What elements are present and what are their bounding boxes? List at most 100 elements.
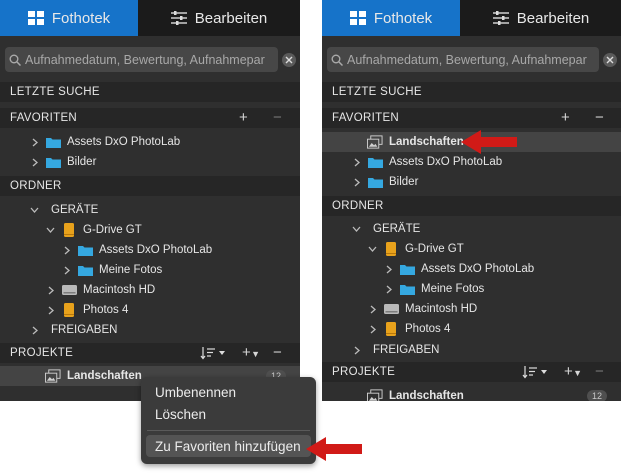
chevron-right-icon[interactable] xyxy=(45,304,57,316)
section-recent-search[interactable]: LETZTE SUCHE xyxy=(0,82,300,102)
folder-icon xyxy=(45,155,61,169)
chevron-right-icon[interactable] xyxy=(367,303,379,315)
chevron-right-icon[interactable] xyxy=(61,264,73,276)
project-item[interactable]: Landschaften 12 xyxy=(322,386,621,401)
hard-disk-icon xyxy=(383,302,399,316)
chevron-right-icon[interactable] xyxy=(45,284,57,296)
menu-item-rename[interactable]: Umbenennen xyxy=(155,385,236,400)
menu-item-delete[interactable]: Löschen xyxy=(155,407,206,422)
tab-edit[interactable]: Bearbeiten xyxy=(138,0,300,36)
clear-search-button[interactable] xyxy=(603,53,617,67)
add-project-button[interactable]: +▼ xyxy=(242,343,260,364)
chevron-down-icon[interactable] xyxy=(44,224,56,236)
chevron-down-icon[interactable] xyxy=(366,243,378,255)
chevron-right-icon[interactable] xyxy=(351,156,363,168)
folder-item[interactable]: Meine Fotos xyxy=(0,260,300,280)
chevron-right-icon[interactable] xyxy=(29,156,41,168)
folder-icon xyxy=(45,135,61,149)
menu-separator xyxy=(147,430,310,431)
tab-bar: Fothotek Bearbeiten xyxy=(0,0,300,36)
favorite-label: Bilder xyxy=(67,156,97,168)
sort-button[interactable] xyxy=(522,362,550,385)
project-count-badge: 12 xyxy=(586,390,607,401)
section-recent-search[interactable]: LETZTE SUCHE xyxy=(322,82,621,102)
folder-item-photos[interactable]: Photos 4 xyxy=(322,319,621,339)
chevron-right-icon[interactable] xyxy=(383,283,395,295)
remove-project-button[interactable]: − xyxy=(595,362,604,382)
project-label: Landschaften xyxy=(67,370,142,382)
search-input[interactable] xyxy=(25,52,278,67)
folder-item-photos[interactable]: Photos 4 xyxy=(0,300,300,320)
tab-library[interactable]: Fothotek xyxy=(322,0,460,36)
folder-group-devices[interactable]: GERÄTE xyxy=(0,200,300,220)
library-panel-right: Fothotek Bearbeiten LETZTE SUCHE FAVORIT… xyxy=(322,0,621,401)
chevron-right-icon[interactable] xyxy=(351,176,363,188)
tab-library[interactable]: Fothotek xyxy=(0,0,138,36)
section-favorites[interactable]: FAVORITEN + − xyxy=(322,108,621,128)
remove-favorite-button[interactable]: − xyxy=(595,108,604,128)
tab-edit-label: Bearbeiten xyxy=(516,9,590,27)
folder-icon xyxy=(367,175,383,189)
folder-item-drive[interactable]: G-Drive GT xyxy=(322,239,621,259)
folder-group-shares[interactable]: FREIGABEN xyxy=(322,340,621,360)
section-label: PROJEKTE xyxy=(10,347,74,359)
remove-favorite-button[interactable]: − xyxy=(273,108,282,128)
chevron-down-icon[interactable] xyxy=(28,204,40,216)
chevron-right-icon[interactable] xyxy=(61,244,73,256)
search-input[interactable] xyxy=(347,52,599,67)
chevron-right-icon[interactable] xyxy=(383,263,395,275)
tab-edit-label: Bearbeiten xyxy=(194,9,268,27)
grid-icon xyxy=(349,11,366,25)
chevron-right-icon[interactable] xyxy=(351,344,363,356)
group-label: FREIGABEN xyxy=(373,344,440,356)
sort-button[interactable] xyxy=(200,343,228,366)
folder-item-drive[interactable]: G-Drive GT xyxy=(0,220,300,240)
clear-search-button[interactable] xyxy=(282,53,296,67)
chevron-right-icon[interactable] xyxy=(29,136,41,148)
chevron-right-icon[interactable] xyxy=(29,324,41,336)
folder-item-mac[interactable]: Macintosh HD xyxy=(322,299,621,319)
search-field xyxy=(5,47,278,72)
section-favorites[interactable]: FAVORITEN + − xyxy=(0,108,300,128)
chevron-right-icon[interactable] xyxy=(367,323,379,335)
favorite-item[interactable]: Bilder xyxy=(0,152,300,172)
folder-icon xyxy=(399,282,415,296)
tab-edit[interactable]: Bearbeiten xyxy=(460,0,621,36)
drive-icon xyxy=(383,242,399,256)
add-project-button[interactable]: +▼ xyxy=(564,362,582,383)
folder-label: Meine Fotos xyxy=(99,264,163,276)
section-folders[interactable]: ORDNER xyxy=(322,196,621,216)
drive-icon xyxy=(61,303,77,317)
folder-label: Macintosh HD xyxy=(405,303,478,315)
drive-icon xyxy=(61,223,77,237)
section-projects[interactable]: PROJEKTE +▼ − xyxy=(0,343,300,363)
section-label: FAVORITEN xyxy=(10,112,78,124)
section-projects[interactable]: PROJEKTE +▼ − xyxy=(322,362,621,382)
folder-item-mac[interactable]: Macintosh HD xyxy=(0,280,300,300)
grid-icon xyxy=(27,11,44,25)
section-label: PROJEKTE xyxy=(332,366,396,378)
folder-icon xyxy=(399,262,415,276)
section-folders[interactable]: ORDNER xyxy=(0,176,300,196)
context-menu: Umbenennen Löschen Zu Favoriten hinzufüg… xyxy=(141,377,316,464)
folder-icon xyxy=(77,243,93,257)
group-label: GERÄTE xyxy=(51,204,99,216)
section-label: ORDNER xyxy=(10,180,62,192)
favorite-item[interactable]: Assets DxO PhotoLab xyxy=(0,132,300,152)
remove-project-button[interactable]: − xyxy=(273,343,282,363)
chevron-down-icon[interactable] xyxy=(350,223,362,235)
drive-icon xyxy=(383,322,399,336)
folder-group-shares[interactable]: FREIGABEN xyxy=(0,320,300,340)
folder-group-devices[interactable]: GERÄTE xyxy=(322,219,621,239)
add-favorite-button[interactable]: + xyxy=(561,108,570,128)
red-arrow-icon xyxy=(306,437,362,461)
folder-item[interactable]: Assets DxO PhotoLab xyxy=(322,259,621,279)
favorite-item[interactable]: Bilder xyxy=(322,172,621,192)
folder-icon xyxy=(367,155,383,169)
folder-item[interactable]: Meine Fotos xyxy=(322,279,621,299)
stack-icon xyxy=(367,389,383,401)
favorite-label: Assets DxO PhotoLab xyxy=(67,136,181,148)
add-favorite-button[interactable]: + xyxy=(239,108,248,128)
menu-item-add-favorite[interactable]: Zu Favoriten hinzufügen xyxy=(155,439,301,454)
folder-item[interactable]: Assets DxO PhotoLab xyxy=(0,240,300,260)
